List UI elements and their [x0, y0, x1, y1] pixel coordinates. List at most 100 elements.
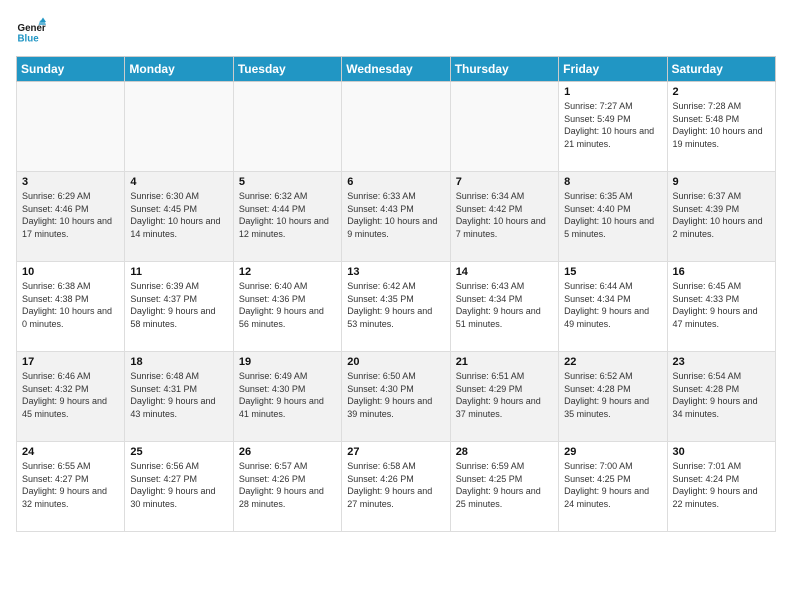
day-number: 8	[564, 176, 661, 188]
day-info: Sunrise: 6:59 AMSunset: 4:25 PMDaylight:…	[456, 460, 553, 510]
calendar-cell-3-0: 17Sunrise: 6:46 AMSunset: 4:32 PMDayligh…	[17, 352, 125, 442]
calendar-cell-0-3	[342, 82, 450, 172]
header-saturday: Saturday	[667, 57, 775, 82]
day-info: Sunrise: 6:49 AMSunset: 4:30 PMDaylight:…	[239, 370, 336, 420]
day-info: Sunrise: 6:50 AMSunset: 4:30 PMDaylight:…	[347, 370, 444, 420]
calendar-cell-1-2: 5 Sunrise: 6:32 AMSunset: 4:44 PMDaylight…	[233, 172, 341, 262]
day-info: Sunrise: 6:38 AMSunset: 4:38 PMDaylight:…	[22, 280, 119, 330]
calendar-cell-4-5: 29 Sunrise: 7:00 AMSunset: 4:25 PMDayligh…	[559, 442, 667, 532]
calendar: SundayMondayTuesdayWednesdayThursdayFrid…	[16, 56, 776, 532]
day-info: Sunrise: 6:35 AMSunset: 4:40 PMDaylight:…	[564, 190, 661, 240]
calendar-cell-0-1	[125, 82, 233, 172]
calendar-cell-4-3: 27 Sunrise: 6:58 AMSunset: 4:26 PMDayligh…	[342, 442, 450, 532]
day-number: 9	[673, 176, 770, 188]
header-friday: Friday	[559, 57, 667, 82]
day-number: 4	[130, 176, 227, 188]
day-info: Sunrise: 7:28 AMSunset: 5:48 PMDaylight:…	[673, 100, 770, 150]
calendar-cell-0-6: 2 Sunrise: 7:28 AMSunset: 5:48 PMDaylight…	[667, 82, 775, 172]
calendar-cell-3-6: 23Sunrise: 6:54 AMSunset: 4:28 PMDayligh…	[667, 352, 775, 442]
day-info: Sunrise: 6:30 AMSunset: 4:45 PMDaylight:…	[130, 190, 227, 240]
day-info: Sunrise: 6:42 AMSunset: 4:35 PMDaylight:…	[347, 280, 444, 330]
day-number: 6	[347, 176, 444, 188]
calendar-cell-2-1: 11 Sunrise: 6:39 AMSunset: 4:37 PMDayligh…	[125, 262, 233, 352]
logo-icon: General Blue	[16, 16, 46, 46]
day-number: 27	[347, 446, 444, 458]
calendar-cell-2-5: 15 Sunrise: 6:44 AMSunset: 4:34 PMDayligh…	[559, 262, 667, 352]
calendar-cell-0-4	[450, 82, 558, 172]
calendar-cell-4-4: 28Sunrise: 6:59 AMSunset: 4:25 PMDayligh…	[450, 442, 558, 532]
calendar-cell-0-2	[233, 82, 341, 172]
day-number: 13	[347, 266, 444, 278]
header-tuesday: Tuesday	[233, 57, 341, 82]
calendar-cell-3-2: 19 Sunrise: 6:49 AMSunset: 4:30 PMDayligh…	[233, 352, 341, 442]
day-number: 22	[564, 356, 661, 368]
day-info: Sunrise: 6:54 AMSunset: 4:28 PMDaylight:…	[673, 370, 770, 420]
day-number: 14	[456, 266, 553, 278]
calendar-cell-2-3: 13 Sunrise: 6:42 AMSunset: 4:35 PMDayligh…	[342, 262, 450, 352]
day-info: Sunrise: 7:01 AMSunset: 4:24 PMDaylight:…	[673, 460, 770, 510]
day-info: Sunrise: 7:27 AMSunset: 5:49 PMDaylight:…	[564, 100, 661, 150]
calendar-cell-1-5: 8 Sunrise: 6:35 AMSunset: 4:40 PMDaylight…	[559, 172, 667, 262]
week-row-1: 1 Sunrise: 7:27 AMSunset: 5:49 PMDaylight…	[17, 82, 776, 172]
day-number: 17	[22, 356, 119, 368]
page-header: General Blue	[16, 16, 776, 46]
day-info: Sunrise: 6:43 AMSunset: 4:34 PMDaylight:…	[456, 280, 553, 330]
day-number: 20	[347, 356, 444, 368]
day-info: Sunrise: 6:55 AMSunset: 4:27 PMDaylight:…	[22, 460, 119, 510]
week-row-2: 3Sunrise: 6:29 AMSunset: 4:46 PMDaylight…	[17, 172, 776, 262]
day-info: Sunrise: 6:40 AMSunset: 4:36 PMDaylight:…	[239, 280, 336, 330]
day-number: 3	[22, 176, 119, 188]
day-number: 29	[564, 446, 661, 458]
day-info: Sunrise: 6:57 AMSunset: 4:26 PMDaylight:…	[239, 460, 336, 510]
day-info: Sunrise: 6:56 AMSunset: 4:27 PMDaylight:…	[130, 460, 227, 510]
calendar-header-row: SundayMondayTuesdayWednesdayThursdayFrid…	[17, 57, 776, 82]
day-info: Sunrise: 6:51 AMSunset: 4:29 PMDaylight:…	[456, 370, 553, 420]
day-number: 11	[130, 266, 227, 278]
calendar-cell-3-3: 20 Sunrise: 6:50 AMSunset: 4:30 PMDayligh…	[342, 352, 450, 442]
header-monday: Monday	[125, 57, 233, 82]
calendar-cell-2-2: 12Sunrise: 6:40 AMSunset: 4:36 PMDayligh…	[233, 262, 341, 352]
day-info: Sunrise: 6:33 AMSunset: 4:43 PMDaylight:…	[347, 190, 444, 240]
day-number: 26	[239, 446, 336, 458]
logo: General Blue	[16, 16, 50, 46]
calendar-cell-4-2: 26 Sunrise: 6:57 AMSunset: 4:26 PMDayligh…	[233, 442, 341, 532]
day-info: Sunrise: 6:39 AMSunset: 4:37 PMDaylight:…	[130, 280, 227, 330]
calendar-cell-4-6: 30 Sunrise: 7:01 AMSunset: 4:24 PMDayligh…	[667, 442, 775, 532]
day-info: Sunrise: 6:48 AMSunset: 4:31 PMDaylight:…	[130, 370, 227, 420]
header-thursday: Thursday	[450, 57, 558, 82]
day-number: 25	[130, 446, 227, 458]
svg-text:Blue: Blue	[18, 34, 40, 45]
calendar-cell-3-4: 21 Sunrise: 6:51 AMSunset: 4:29 PMDayligh…	[450, 352, 558, 442]
day-number: 2	[673, 86, 770, 98]
day-number: 7	[456, 176, 553, 188]
week-row-3: 10Sunrise: 6:38 AMSunset: 4:38 PMDayligh…	[17, 262, 776, 352]
day-info: Sunrise: 6:34 AMSunset: 4:42 PMDaylight:…	[456, 190, 553, 240]
week-row-5: 24 Sunrise: 6:55 AMSunset: 4:27 PMDayligh…	[17, 442, 776, 532]
header-sunday: Sunday	[17, 57, 125, 82]
day-info: Sunrise: 6:45 AMSunset: 4:33 PMDaylight:…	[673, 280, 770, 330]
day-info: Sunrise: 7:00 AMSunset: 4:25 PMDaylight:…	[564, 460, 661, 510]
day-info: Sunrise: 6:52 AMSunset: 4:28 PMDaylight:…	[564, 370, 661, 420]
day-number: 24	[22, 446, 119, 458]
calendar-cell-2-0: 10Sunrise: 6:38 AMSunset: 4:38 PMDayligh…	[17, 262, 125, 352]
calendar-cell-1-0: 3Sunrise: 6:29 AMSunset: 4:46 PMDaylight…	[17, 172, 125, 262]
day-info: Sunrise: 6:58 AMSunset: 4:26 PMDaylight:…	[347, 460, 444, 510]
day-number: 1	[564, 86, 661, 98]
calendar-cell-4-1: 25 Sunrise: 6:56 AMSunset: 4:27 PMDayligh…	[125, 442, 233, 532]
header-wednesday: Wednesday	[342, 57, 450, 82]
day-number: 19	[239, 356, 336, 368]
calendar-cell-3-1: 18 Sunrise: 6:48 AMSunset: 4:31 PMDayligh…	[125, 352, 233, 442]
calendar-cell-2-4: 14 Sunrise: 6:43 AMSunset: 4:34 PMDayligh…	[450, 262, 558, 352]
day-number: 5	[239, 176, 336, 188]
calendar-cell-1-4: 7 Sunrise: 6:34 AMSunset: 4:42 PMDaylight…	[450, 172, 558, 262]
day-number: 30	[673, 446, 770, 458]
day-number: 16	[673, 266, 770, 278]
day-number: 21	[456, 356, 553, 368]
day-info: Sunrise: 6:44 AMSunset: 4:34 PMDaylight:…	[564, 280, 661, 330]
day-number: 18	[130, 356, 227, 368]
calendar-cell-2-6: 16 Sunrise: 6:45 AMSunset: 4:33 PMDayligh…	[667, 262, 775, 352]
day-info: Sunrise: 6:32 AMSunset: 4:44 PMDaylight:…	[239, 190, 336, 240]
day-number: 15	[564, 266, 661, 278]
calendar-cell-4-0: 24 Sunrise: 6:55 AMSunset: 4:27 PMDayligh…	[17, 442, 125, 532]
calendar-cell-1-6: 9Sunrise: 6:37 AMSunset: 4:39 PMDaylight…	[667, 172, 775, 262]
